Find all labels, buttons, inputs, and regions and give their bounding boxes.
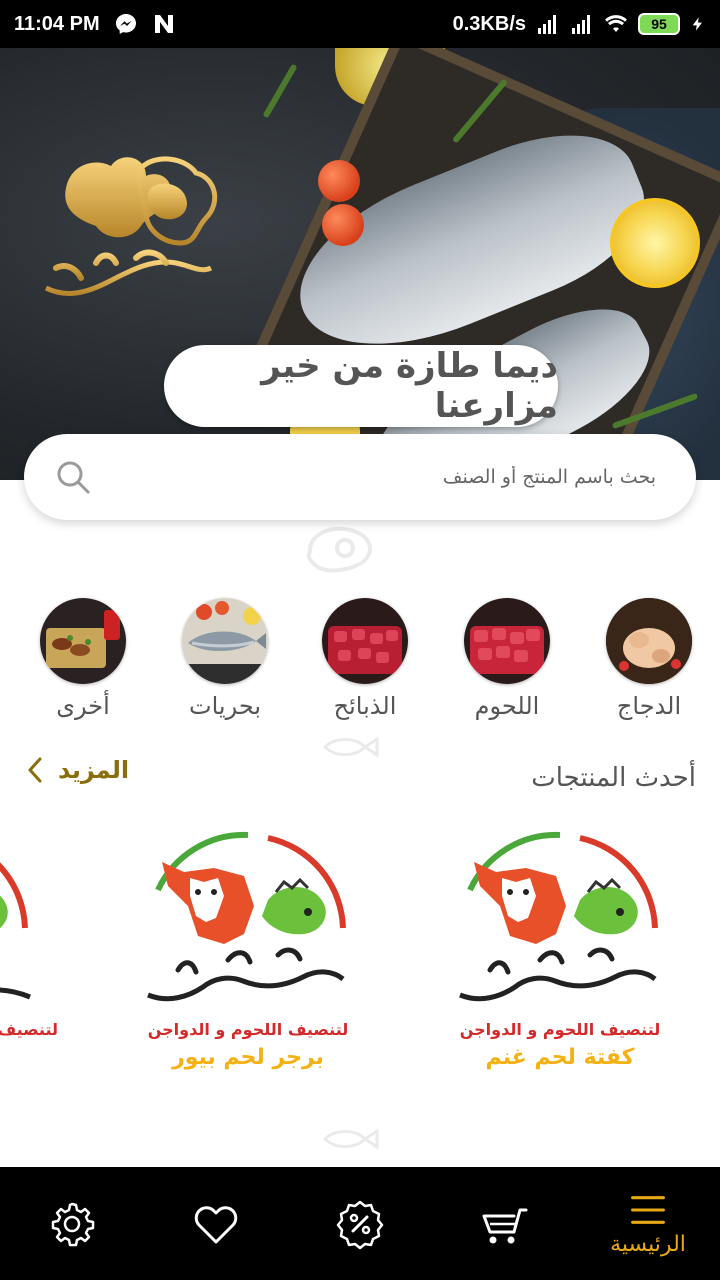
- nav-cart[interactable]: [449, 1174, 559, 1274]
- category-seafood[interactable]: بحريات: [170, 598, 280, 720]
- cart-icon: [482, 1208, 528, 1243]
- carcass-thumb: [322, 598, 408, 684]
- n-app-icon: [154, 15, 173, 33]
- status-bar: 11:04 PM 0.3KB/s 95: [0, 0, 720, 48]
- product-logo: لتنصيف اللحوم و الدواجن: [147, 831, 348, 1039]
- bottom-nav: الرئيسية: [0, 1167, 720, 1280]
- more-link[interactable]: المزيد: [26, 755, 129, 785]
- category-label: بحريات: [189, 692, 261, 720]
- category-label: أخرى: [56, 692, 110, 720]
- nav-settings[interactable]: [17, 1174, 127, 1274]
- menu-icon: [631, 1196, 665, 1224]
- category-list: الدجاج اللحوم الذبائح بحريات أخرى: [0, 598, 720, 728]
- lemon-decoration: [610, 198, 700, 288]
- product-logo: لتنصيف: [0, 862, 58, 1039]
- logo-subtitle: لتنصيف اللحوم و الدواجن: [460, 1020, 660, 1039]
- battery-icon: 95: [638, 13, 680, 35]
- product-carousel: لتنصيف اللحوم و الدواجن كفتة لحم غنم لتن…: [0, 820, 720, 1100]
- hero-tagline: ديما طازة من خير مزارعنا: [164, 345, 558, 427]
- product-name: كفتة لحم غنم: [485, 1045, 635, 1070]
- product-logo: لتنصيف اللحوم و الدواجن: [459, 831, 660, 1039]
- logo-subtitle: لتنصيف: [0, 1020, 58, 1039]
- product-name: برجر لحم بيور: [172, 1045, 324, 1070]
- other-thumb: [40, 598, 126, 684]
- gear-icon: [51, 1202, 95, 1246]
- charging-icon: [692, 17, 702, 31]
- hero-banner: ديما طازة من خير مزارعنا: [0, 48, 720, 480]
- search-input[interactable]: [102, 466, 656, 488]
- category-carcass[interactable]: الذبائح: [310, 598, 420, 720]
- chicken-thumb: [606, 598, 692, 684]
- category-other[interactable]: أخرى: [28, 598, 138, 720]
- fish-outline-icon-2: [322, 1128, 379, 1150]
- category-label: الذبائح: [333, 692, 397, 720]
- logo-subtitle: لتنصيف اللحوم و الدواجن: [148, 1020, 348, 1039]
- nav-home[interactable]: الرئيسية: [593, 1174, 703, 1274]
- meat-thumb: [464, 598, 550, 684]
- herb-decoration: [262, 63, 298, 119]
- search-icon[interactable]: [54, 458, 92, 496]
- nav-home-label: الرئيسية: [610, 1232, 686, 1257]
- latest-products-title: أحدث المنتجات: [531, 763, 696, 793]
- more-label: المزيد: [58, 756, 130, 784]
- seafood-thumb: [182, 598, 268, 684]
- chevron-left-icon: [28, 757, 42, 783]
- product-card[interactable]: لتنصيف اللحوم و الدواجن برجر لحم بيور: [118, 820, 378, 1100]
- category-chicken[interactable]: الدجاج: [594, 598, 704, 720]
- steak-outline-icon: [306, 526, 372, 573]
- nav-offers[interactable]: [305, 1174, 415, 1274]
- category-label: الدجاج: [616, 692, 682, 720]
- category-meat[interactable]: اللحوم: [452, 598, 562, 720]
- search-bar[interactable]: [24, 434, 696, 520]
- tomato-decoration-2: [322, 204, 364, 246]
- wifi-icon: [605, 15, 627, 32]
- network-speed: 0.3KB/s: [452, 12, 526, 35]
- fish-outline-icon: [322, 736, 379, 758]
- product-card[interactable]: لتنصيف: [0, 820, 60, 1100]
- status-time: 11:04 PM: [14, 12, 100, 35]
- nav-favorites[interactable]: [161, 1174, 271, 1274]
- category-label: اللحوم: [474, 692, 540, 720]
- signal-icon-2: [572, 15, 590, 34]
- tomato-decoration: [318, 160, 360, 202]
- messenger-icon: [115, 14, 136, 34]
- brand-logo: [44, 156, 218, 296]
- signal-icon: [538, 15, 556, 34]
- product-card[interactable]: لتنصيف اللحوم و الدواجن كفتة لحم غنم: [430, 820, 690, 1100]
- discount-badge-icon: [336, 1200, 384, 1249]
- heart-icon: [194, 1205, 238, 1243]
